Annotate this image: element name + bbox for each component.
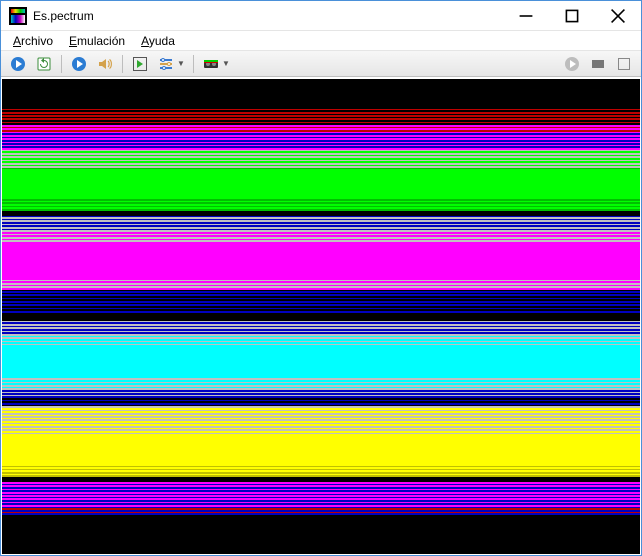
menu-ayuda[interactable]: Ayuda <box>133 32 183 50</box>
step-icon <box>132 56 148 72</box>
close-icon <box>610 8 626 24</box>
tape-button[interactable] <box>200 53 222 75</box>
config-icon <box>158 56 174 72</box>
close-button[interactable] <box>595 1 641 30</box>
maximize-button[interactable] <box>549 1 595 30</box>
snapshot-icon <box>616 56 632 72</box>
config-dropdown[interactable]: ▼ <box>177 59 185 68</box>
snapshot-button[interactable] <box>613 53 635 75</box>
play-icon <box>10 56 26 72</box>
title-bar: Es.pectrum <box>1 1 641 31</box>
toolbar-separator <box>122 55 123 73</box>
sound-icon <box>97 56 113 72</box>
step-button[interactable] <box>129 53 151 75</box>
record-button[interactable] <box>561 53 583 75</box>
config-button[interactable] <box>155 53 177 75</box>
menu-emulacion[interactable]: Emulación <box>61 32 133 50</box>
refresh-icon <box>36 56 52 72</box>
toolbar-separator <box>61 55 62 73</box>
minimize-icon <box>518 8 534 24</box>
emulator-display <box>2 79 640 554</box>
screen-icon <box>590 56 606 72</box>
record-icon <box>564 56 580 72</box>
menu-bar: Archivo Emulación Ayuda <box>1 31 641 51</box>
tape-dropdown[interactable]: ▼ <box>222 59 230 68</box>
toolbar: ▼ ▼ <box>1 51 641 77</box>
maximize-icon <box>564 8 580 24</box>
tape-icon <box>203 56 219 72</box>
app-icon <box>9 7 27 25</box>
window-controls <box>503 1 641 30</box>
menu-archivo[interactable]: Archivo <box>5 32 61 50</box>
sound-button[interactable] <box>94 53 116 75</box>
window-title: Es.pectrum <box>33 9 503 23</box>
play-button[interactable] <box>7 53 29 75</box>
refresh-button[interactable] <box>33 53 55 75</box>
toolbar-separator <box>193 55 194 73</box>
run-button[interactable] <box>68 53 90 75</box>
run-icon <box>71 56 87 72</box>
screen-button[interactable] <box>587 53 609 75</box>
minimize-button[interactable] <box>503 1 549 30</box>
